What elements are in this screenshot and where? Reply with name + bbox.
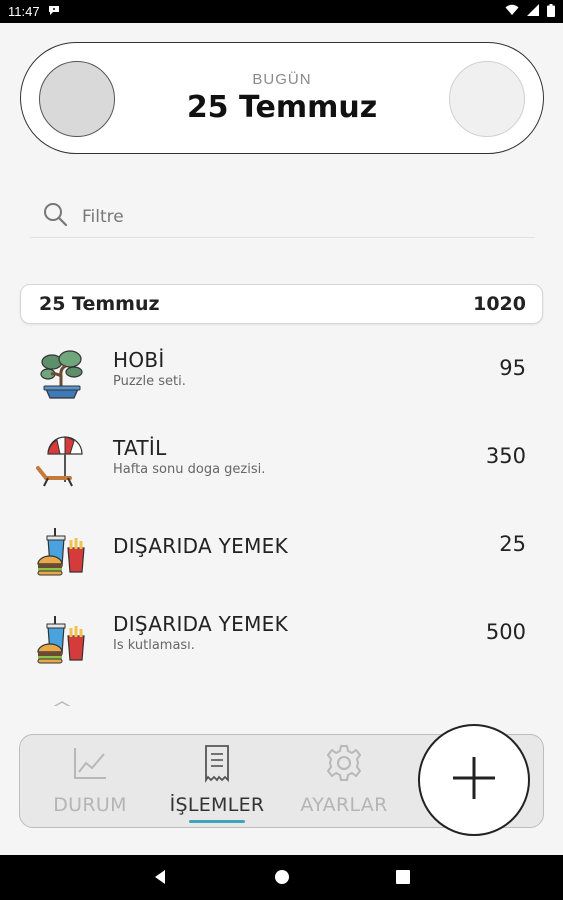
status-bar: 11:47 (0, 0, 563, 23)
item-note: Is kutlaması. (113, 638, 195, 653)
tab-durum[interactable]: DURUM (30, 743, 150, 816)
signal-icon (527, 4, 539, 19)
gear-icon (284, 743, 404, 788)
partial-item-icon (34, 698, 90, 706)
recents-icon[interactable] (396, 869, 410, 890)
date-header: BUGÜN 25 Temmuz (20, 42, 544, 154)
item-category: TATİL (113, 436, 167, 460)
item-note: Puzzle seti. (113, 374, 186, 389)
item-amount: 500 (485, 620, 526, 644)
status-time: 11:47 (8, 4, 40, 19)
back-icon[interactable] (152, 869, 168, 890)
tab-label: DURUM (53, 794, 127, 816)
list-item[interactable] (20, 686, 543, 706)
add-transaction-button[interactable] (418, 724, 530, 836)
day-group-header: 25 Temmuz 1020 (20, 284, 543, 324)
list-item[interactable]: DIŞARIDA YEMEK 25 (20, 510, 543, 598)
transaction-list: HOBİ Puzzle seti. 95 TATİL Hafta sonu do… (20, 334, 543, 706)
item-category: HOBİ (113, 348, 165, 372)
item-amount: 95 (499, 356, 526, 380)
list-item[interactable]: DIŞARIDA YEMEK Is kutlaması. 500 (20, 598, 543, 686)
search-icon (42, 201, 68, 232)
item-amount: 25 (499, 532, 526, 556)
bonsai-icon (34, 346, 90, 402)
system-navigation-bar (0, 855, 563, 900)
tab-label: AYARLAR (300, 794, 388, 816)
receipt-icon (157, 743, 277, 788)
beach-umbrella-icon (34, 434, 90, 490)
group-date: 25 Temmuz (39, 293, 160, 315)
tab-islemler[interactable]: İŞLEMLER (157, 743, 277, 823)
filter-input[interactable] (82, 206, 482, 227)
list-item[interactable]: TATİL Hafta sonu doga gezisi. 350 (20, 422, 543, 510)
filter-bar (30, 196, 535, 238)
tab-ayarlar[interactable]: AYARLAR (284, 743, 404, 816)
notification-icon (48, 4, 60, 19)
tab-label: İŞLEMLER (169, 794, 265, 816)
list-item[interactable]: HOBİ Puzzle seti. 95 (20, 334, 543, 422)
battery-icon (547, 3, 555, 20)
wifi-icon (505, 4, 519, 19)
item-category: DIŞARIDA YEMEK (113, 534, 288, 558)
fast-food-icon (34, 522, 90, 578)
plus-icon (449, 753, 499, 808)
next-day-button[interactable] (449, 61, 525, 137)
item-note: Hafta sonu doga gezisi. (113, 462, 266, 477)
item-amount: 350 (485, 444, 526, 468)
chart-icon (30, 743, 150, 788)
item-category: DIŞARIDA YEMEK (113, 612, 288, 636)
fast-food-icon (34, 610, 90, 666)
group-total: 1020 (473, 293, 526, 315)
home-icon[interactable] (274, 869, 290, 890)
active-tab-indicator (189, 820, 245, 823)
